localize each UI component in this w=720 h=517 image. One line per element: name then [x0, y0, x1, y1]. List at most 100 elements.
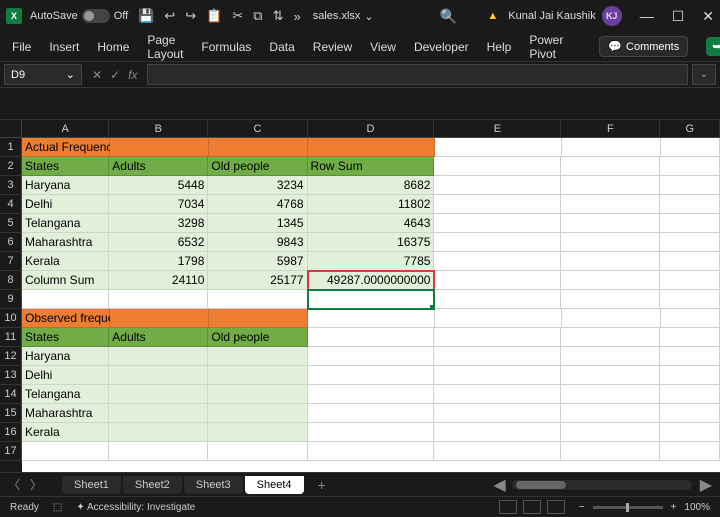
cell[interactable] — [561, 366, 660, 385]
expand-formula-icon[interactable]: ⌄ — [692, 64, 716, 85]
cell[interactable] — [208, 385, 307, 404]
row-header[interactable]: 9 — [0, 290, 22, 309]
cell[interactable]: Haryana — [22, 347, 109, 366]
row-header[interactable]: 17 — [0, 442, 22, 461]
tab-file[interactable]: File — [12, 36, 31, 58]
cell[interactable] — [208, 366, 307, 385]
cell[interactable]: Column Sum — [22, 271, 109, 290]
horizontal-scrollbar[interactable] — [512, 480, 692, 490]
cell[interactable] — [660, 366, 720, 385]
cell[interactable] — [660, 404, 720, 423]
cells[interactable]: Actual Frequencies of liking Ice cream S… — [22, 138, 720, 461]
cell[interactable]: 16375 — [308, 233, 435, 252]
cell[interactable]: 5448 — [109, 176, 208, 195]
cell[interactable]: 7785 — [308, 252, 435, 271]
tab-help[interactable]: Help — [487, 36, 512, 58]
cell[interactable] — [109, 385, 208, 404]
zoom-in-icon[interactable]: + — [671, 502, 677, 513]
cancel-icon[interactable]: ✕ — [92, 68, 102, 82]
page-layout-view-icon[interactable] — [523, 500, 541, 514]
toggle-icon[interactable] — [82, 9, 110, 23]
cell[interactable] — [660, 290, 720, 309]
cell[interactable] — [434, 423, 561, 442]
cell[interactable] — [434, 271, 561, 290]
cell[interactable]: States — [22, 328, 109, 347]
cell[interactable] — [208, 290, 307, 309]
cell[interactable] — [660, 423, 720, 442]
col-header[interactable]: F — [561, 120, 660, 138]
cell[interactable]: Telangana — [22, 385, 109, 404]
col-header[interactable]: A — [22, 120, 109, 138]
col-header[interactable]: G — [660, 120, 719, 138]
cell[interactable] — [308, 442, 435, 461]
cell[interactable] — [434, 385, 561, 404]
cell[interactable] — [208, 423, 307, 442]
row-header[interactable]: 6 — [0, 233, 22, 252]
cell[interactable] — [110, 309, 209, 328]
cell[interactable] — [208, 442, 307, 461]
tab-data[interactable]: Data — [269, 36, 294, 58]
tab-review[interactable]: Review — [313, 36, 352, 58]
cell[interactable]: 3298 — [109, 214, 208, 233]
cell[interactable] — [434, 233, 561, 252]
cell[interactable]: 24110 — [109, 271, 208, 290]
cell[interactable] — [22, 442, 109, 461]
cell[interactable]: 8682 — [308, 176, 435, 195]
cell[interactable] — [660, 157, 720, 176]
cell[interactable] — [660, 442, 720, 461]
row-header[interactable]: 4 — [0, 195, 22, 214]
cell[interactable]: Observed frequencies of liking Ice cream — [22, 309, 110, 328]
cell[interactable] — [434, 290, 561, 309]
cell[interactable]: Delhi — [22, 195, 109, 214]
tab-insert[interactable]: Insert — [49, 36, 79, 58]
cell[interactable] — [561, 214, 660, 233]
sheet-tab[interactable]: Sheet3 — [184, 476, 243, 494]
row-header[interactable]: 10 — [0, 309, 22, 328]
cell[interactable] — [561, 233, 660, 252]
zoom-slider[interactable] — [593, 506, 663, 509]
cell[interactable]: 1798 — [109, 252, 208, 271]
row-header[interactable]: 8 — [0, 271, 22, 290]
cell[interactable] — [660, 271, 720, 290]
cell[interactable]: 6532 — [109, 233, 208, 252]
cell[interactable] — [110, 138, 209, 157]
cell[interactable] — [562, 309, 661, 328]
cell[interactable] — [561, 442, 660, 461]
cell[interactable] — [660, 385, 720, 404]
row-header[interactable]: 5 — [0, 214, 22, 233]
add-sheet-icon[interactable]: + — [318, 477, 326, 493]
tab-power-pivot[interactable]: Power Pivot — [529, 29, 563, 65]
tab-home[interactable]: Home — [97, 36, 129, 58]
row-header[interactable]: 11 — [0, 328, 22, 347]
cell[interactable]: Adults — [109, 157, 208, 176]
clipboard-icon[interactable]: 📋 — [206, 8, 222, 24]
cell[interactable] — [308, 309, 435, 328]
row-header[interactable]: 16 — [0, 423, 22, 442]
row-header[interactable]: 14 — [0, 385, 22, 404]
sheet-tab[interactable]: Sheet2 — [123, 476, 182, 494]
cell[interactable] — [562, 138, 661, 157]
cell[interactable] — [109, 423, 208, 442]
row-header[interactable]: 1 — [0, 138, 22, 157]
cell[interactable] — [209, 138, 308, 157]
cell[interactable]: States — [22, 157, 109, 176]
cell[interactable] — [561, 385, 660, 404]
search-icon[interactable]: 🔍 — [440, 8, 457, 25]
cell[interactable]: 1345 — [208, 214, 307, 233]
undo-icon[interactable]: ↩ — [164, 8, 175, 24]
cell[interactable]: Delhi — [22, 366, 109, 385]
col-header[interactable]: B — [109, 120, 208, 138]
cell[interactable] — [660, 328, 720, 347]
cell[interactable] — [434, 195, 561, 214]
cell[interactable] — [434, 404, 561, 423]
normal-view-icon[interactable] — [499, 500, 517, 514]
enter-icon[interactable]: ✓ — [110, 68, 120, 82]
name-box[interactable]: D9 ⌄ — [4, 64, 82, 85]
cell[interactable] — [661, 309, 720, 328]
more-icon[interactable]: » — [293, 9, 300, 24]
cell[interactable]: Old people — [208, 328, 307, 347]
share-button[interactable]: ➥ — [706, 37, 720, 56]
maximize-icon[interactable]: ☐ — [672, 8, 685, 25]
cell[interactable] — [109, 442, 208, 461]
tab-formulas[interactable]: Formulas — [201, 36, 251, 58]
